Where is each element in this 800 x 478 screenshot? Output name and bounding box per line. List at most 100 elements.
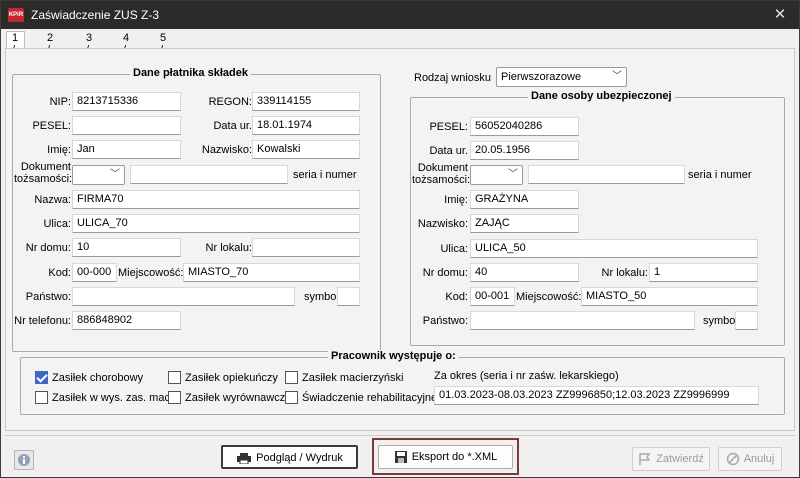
payer-flat-field[interactable] [252,238,360,257]
window-title: Zaświadczenie ZUS Z-3 [31,8,160,22]
insured-id-doc-label: Dokument tożsamości: [412,162,471,186]
insured-city-field[interactable]: MIASTO_50 [581,287,758,306]
insured-city-label: Miejscowość: [516,291,582,303]
payer-id-doc-type-select[interactable]: ﹀ [72,165,125,185]
info-button[interactable] [14,450,34,470]
insured-last-name-label: Nazwisko: [417,218,468,230]
chevron-down-icon: ﹀ [612,71,622,82]
checkbox-checked-icon[interactable] [35,371,48,384]
option-maternity-benefit[interactable]: Zasiłek macierzyński [285,371,403,385]
insured-birth-label: Data ur. [429,145,468,157]
option-maternity-equivalent-benefit[interactable]: Zasiłek w wys. zas. mac. [35,391,173,405]
period-label: Za okres (seria i nr zaśw. lekarskiego) [434,370,619,382]
payer-pesel-label: PESEL: [32,120,71,132]
insured-first-name-field[interactable]: GRAŻYNA [470,190,579,209]
tab-page-1[interactable]: 1 / 5 [6,31,26,68]
insured-last-name-field[interactable]: ZAJĄC [470,214,579,233]
insured-flat-field[interactable]: 1 [649,263,758,282]
insured-id-doc-number-field[interactable] [528,165,685,184]
payer-phone-label: Nr telefonu: [14,315,71,327]
checkbox-icon[interactable] [168,371,181,384]
insured-symbol-field[interactable] [735,311,758,330]
payer-zip-field[interactable]: 00-000 [72,263,117,282]
save-disk-icon [394,451,407,464]
tab-page-3[interactable]: 3 / 5 [86,32,93,68]
payer-country-label: Państwo: [25,291,71,303]
payer-city-label: Miejscowość: [118,267,184,279]
insured-country-field[interactable] [470,311,695,330]
tab-page-2[interactable]: 2 / 5 [47,32,54,68]
insured-country-label: Państwo: [422,315,468,327]
payer-phone-field[interactable]: 886848902 [72,311,181,330]
approve-flag-icon [639,453,651,466]
payer-street-label: Ulica: [43,218,71,230]
payer-nip-label: NIP: [49,96,71,108]
insured-first-name-label: Imię: [444,194,468,206]
request-type-label: Rodzaj wniosku [414,72,492,84]
payer-house-field[interactable]: 10 [72,238,181,257]
insured-zip-field[interactable]: 00-001 [470,287,515,306]
payer-pesel-field[interactable] [72,116,181,135]
insured-group-title: Dane osoby ubezpieczonej [528,90,675,102]
insured-id-doc-type-select[interactable]: ﹀ [470,165,523,185]
payer-birth-label: Data ur. [213,120,252,132]
checkbox-icon[interactable] [285,391,298,404]
option-care-benefit[interactable]: Zasiłek opiekuńczy [168,371,278,385]
tab-page-5[interactable]: 5 / 5 [160,32,167,68]
payer-street-field[interactable]: ULICA_70 [72,214,360,233]
payer-group-title: Dane płatnika składek [130,67,251,79]
insured-house-field[interactable]: 40 [470,263,579,282]
option-compensatory-benefit[interactable]: Zasiłek wyrównawczy [168,391,291,405]
checkbox-icon[interactable] [35,391,48,404]
checkbox-icon[interactable] [285,371,298,384]
payer-first-name-label: Imię: [47,144,71,156]
payer-last-name-label: Nazwisko: [201,144,252,156]
payer-symbol-label: symbol [304,291,339,303]
insured-pesel-label: PESEL: [429,121,468,133]
payer-nip-field[interactable]: 8213715336 [72,92,181,111]
payer-zip-label: Kod: [48,267,71,279]
insured-street-field[interactable]: ULICA_50 [470,239,758,258]
payer-birth-field[interactable]: 18.01.1974 [252,116,360,135]
insured-flat-label: Nr lokalu: [601,267,648,279]
payer-regon-label: REGON: [208,96,252,108]
option-sickness-benefit[interactable]: Zasiłek chorobowy [35,371,143,385]
cancel-icon [726,452,739,466]
payer-name-field[interactable]: FIRMA70 [72,190,360,209]
payer-city-field[interactable]: MIASTO_70 [183,263,360,282]
payer-first-name-field[interactable]: Jan [72,140,181,159]
tab-page-4[interactable]: 4 / 5 [123,32,130,68]
tab-content: Dane płatnika składek NIP: 8213715336 RE… [5,48,795,431]
insured-street-label: Ulica: [440,243,468,255]
cancel-button[interactable]: Anuluj [718,447,782,471]
payer-name-label: Nazwa: [34,194,71,206]
payer-id-doc-label: Dokument tożsamości: [14,161,73,185]
payer-last-name-field[interactable]: Kowalski [252,140,360,159]
insured-symbol-label: symbol [703,315,738,327]
checkbox-icon[interactable] [168,391,181,404]
info-icon [18,454,30,466]
payer-symbol-field[interactable] [337,287,360,306]
chevron-down-icon: ﹀ [508,169,518,180]
insured-pesel-field[interactable]: 56052040286 [470,117,579,136]
preview-print-button[interactable]: Podgląd / Wydruk [221,445,358,469]
employee-group-title: Pracownik występuje o: [328,350,459,362]
request-type-select[interactable]: Pierwszorazowe ﹀ [496,67,627,87]
payer-id-doc-number-field[interactable] [130,165,288,184]
chevron-down-icon: ﹀ [110,169,120,180]
app-logo-icon: KPiR [8,8,24,22]
option-rehabilitation-benefit[interactable]: Świadczenie rehabilitacyjne [285,391,437,405]
payer-country-field[interactable] [72,287,295,306]
insured-birth-field[interactable]: 20.05.1956 [470,141,579,160]
period-field[interactable]: 01.03.2023-08.03.2023 ZZ9996850;12.03.20… [434,386,759,405]
export-xml-button[interactable]: Eksport do *.XML [378,445,513,469]
footer-divider [5,435,795,436]
approve-button[interactable]: Zatwierdź [632,447,710,471]
insured-house-label: Nr domu: [422,267,468,279]
insured-zip-label: Kod: [445,291,468,303]
printer-icon [237,453,252,465]
payer-regon-field[interactable]: 339114155 [252,92,360,111]
title-bar[interactable]: KPiR Zaświadczenie ZUS Z-3 ✕ [1,1,799,29]
insured-series-label: seria i numer [688,169,752,181]
close-icon[interactable]: ✕ [769,5,791,25]
